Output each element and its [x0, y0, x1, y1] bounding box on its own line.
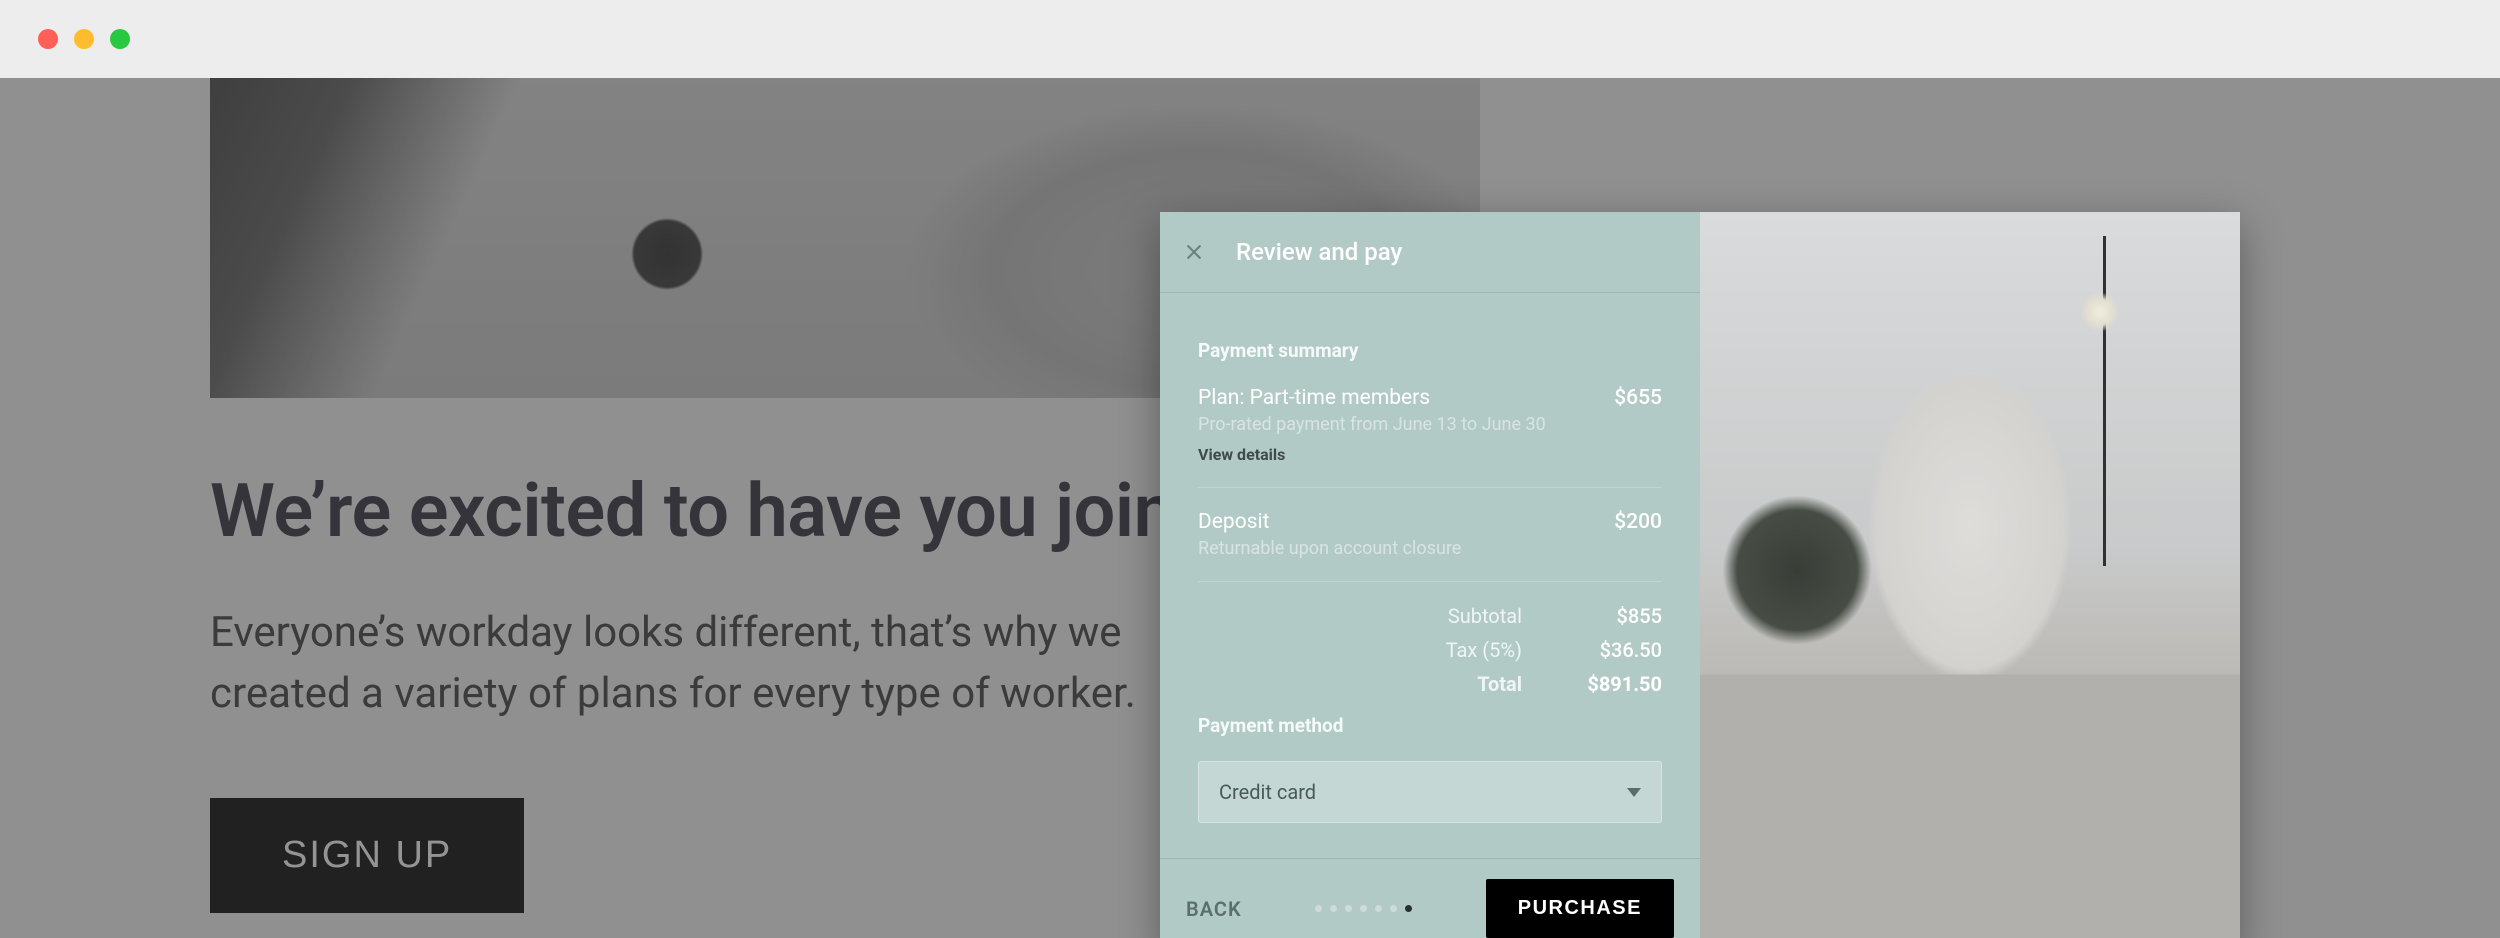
modal-title: Review and pay — [1236, 238, 1402, 266]
tax-row: Tax (5%) $36.50 — [1198, 638, 1662, 662]
modal-hero-image — [1700, 212, 2240, 938]
payment-summary-label: Payment summary — [1198, 339, 1662, 362]
chevron-down-icon — [1627, 788, 1641, 797]
step-dot — [1330, 905, 1337, 912]
window-minimize-dot[interactable] — [74, 29, 94, 49]
total-amount: $891.50 — [1542, 672, 1662, 696]
step-dot — [1375, 905, 1382, 912]
back-button[interactable]: BACK — [1186, 897, 1242, 921]
purchase-button[interactable]: PURCHASE — [1486, 879, 1674, 938]
deposit-label: Deposit — [1198, 510, 1270, 534]
subtotal-amount: $855 — [1542, 604, 1662, 628]
tax-label: Tax (5%) — [1198, 638, 1542, 662]
close-icon[interactable] — [1180, 238, 1208, 266]
step-dot — [1405, 905, 1412, 912]
payment-method-label: Payment method — [1198, 714, 1662, 737]
total-label: Total — [1198, 672, 1542, 696]
deposit-note: Returnable upon account closure — [1198, 538, 1662, 559]
deposit-amount: $200 — [1614, 510, 1662, 534]
plan-label: Plan: Part-time members — [1198, 386, 1430, 410]
payment-method-value: Credit card — [1219, 780, 1316, 804]
step-indicator — [1315, 905, 1412, 912]
total-row: Total $891.50 — [1198, 672, 1662, 696]
plan-amount: $655 — [1614, 386, 1662, 410]
deposit-row: Deposit $200 — [1198, 510, 1662, 534]
window-close-dot[interactable] — [38, 29, 58, 49]
step-dot — [1390, 905, 1397, 912]
step-dot — [1360, 905, 1367, 912]
window-titlebar — [0, 0, 2500, 78]
step-dot — [1345, 905, 1352, 912]
step-dot — [1315, 905, 1322, 912]
window-zoom-dot[interactable] — [110, 29, 130, 49]
subtotal-row: Subtotal $855 — [1198, 604, 1662, 628]
payment-method-select[interactable]: Credit card — [1198, 761, 1662, 823]
checkout-modal: Review and pay Payment summary Plan: Par… — [1160, 212, 2240, 938]
plan-note: Pro-rated payment from June 13 to June 3… — [1198, 414, 1662, 435]
view-details-link[interactable]: View details — [1198, 445, 1285, 464]
subtotal-label: Subtotal — [1198, 604, 1542, 628]
plan-row: Plan: Part-time members $655 — [1198, 386, 1662, 410]
tax-amount: $36.50 — [1542, 638, 1662, 662]
